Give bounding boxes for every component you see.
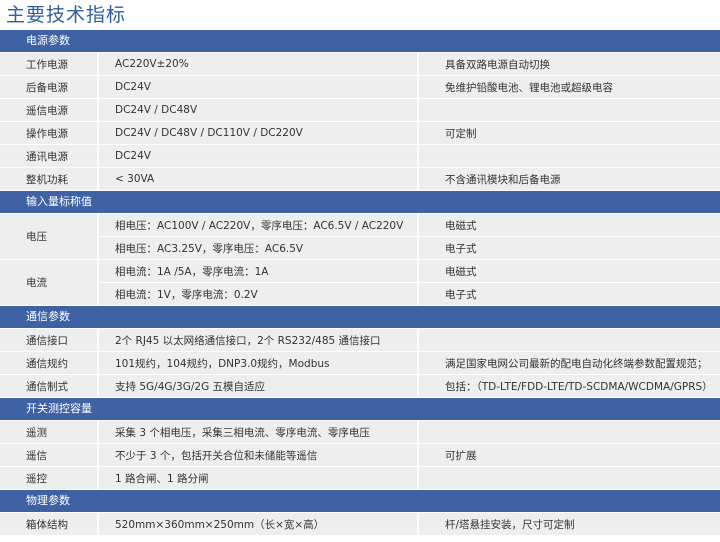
section-header-power: 电源参数: [0, 30, 720, 52]
param-note: 电子式: [419, 283, 720, 305]
param-note: 电磁式: [419, 260, 720, 282]
param-label: 遥控: [0, 467, 97, 489]
table-row: 通信规约 101规约，104规约，DNP3.0规约，Modbus 满足国家电网公…: [0, 352, 720, 374]
table-subrow: 相电流：1V，零序电流：0.2V 电子式: [99, 283, 720, 305]
page-title: 主要技术指标: [6, 4, 127, 26]
table-row: 遥测 采集 3 个相电压，采集三相电流、零序电流、零序电压: [0, 421, 720, 443]
param-value: DC24V / DC48V / DC110V / DC220V: [99, 122, 417, 144]
param-note: 不含通讯模块和后备电源: [419, 168, 720, 190]
param-note: 具备双路电源自动切换: [419, 53, 720, 75]
param-note: 电磁式: [419, 214, 720, 236]
param-value: 101规约，104规约，DNP3.0规约，Modbus: [99, 352, 417, 374]
table-row: 通信制式 支持 5G/4G/3G/2G 五模自适应 包括：（TD-LTE/FDD…: [0, 375, 720, 397]
param-value: 采集 3 个相电压，采集三相电流、零序电流、零序电压: [99, 421, 417, 443]
param-label: 通信制式: [0, 375, 97, 397]
table-subrow: 相电压：AC100V / AC220V，零序电压：AC6.5V / AC220V…: [99, 214, 720, 236]
param-label: 通信接口: [0, 329, 97, 351]
param-value: 支持 5G/4G/3G/2G 五模自适应: [99, 375, 417, 397]
table-row: 操作电源 DC24V / DC48V / DC110V / DC220V 可定制: [0, 122, 720, 144]
param-note: [419, 99, 720, 121]
table-row: 通信接口 2个 RJ45 以太网络通信接口，2个 RS232/485 通信接口: [0, 329, 720, 351]
param-note: 包括：（TD-LTE/FDD-LTE/TD-SCDMA/WCDMA/GPRS）: [419, 375, 720, 397]
param-value: 相电流：1V，零序电流：0.2V: [99, 283, 417, 305]
table-row-group: 电流 相电流：1A /5A，零序电流：1A 电磁式 相电流：1V，零序电流：0.…: [0, 260, 720, 305]
param-note: 满足国家电网公司最新的配电自动化终端参数配置规范；: [419, 352, 720, 374]
table-row: 箱体结构 520mm×360mm×250mm（长×宽×高） 杆/塔悬挂安装，尺寸…: [0, 513, 720, 535]
param-value: AC220V±20%: [99, 53, 417, 75]
param-value: 1 路合闸、1 路分闸: [99, 467, 417, 489]
param-value: 2个 RJ45 以太网络通信接口，2个 RS232/485 通信接口: [99, 329, 417, 351]
table-row: 遥信 不少于 3 个，包括开关合位和未储能等遥信 可扩展: [0, 444, 720, 466]
section-header-physical: 物理参数: [0, 490, 720, 512]
section-header-communication: 通信参数: [0, 306, 720, 328]
param-note: [419, 421, 720, 443]
param-label: 操作电源: [0, 122, 97, 144]
sub-rows: 相电流：1A /5A，零序电流：1A 电磁式 相电流：1V，零序电流：0.2V …: [99, 260, 720, 305]
param-value: DC24V: [99, 145, 417, 167]
param-label: 通信规约: [0, 352, 97, 374]
table-row-group: 电压 相电压：AC100V / AC220V，零序电压：AC6.5V / AC2…: [0, 214, 720, 259]
table-row: 后备电源 DC24V 免维护铅酸电池、锂电池或超级电容: [0, 76, 720, 98]
param-label: 整机功耗: [0, 168, 97, 190]
table-subrow: 相电流：1A /5A，零序电流：1A 电磁式: [99, 260, 720, 282]
param-label: 电流: [0, 260, 97, 305]
table-row: 遥控 1 路合闸、1 路分闸: [0, 467, 720, 489]
table-row: 整机功耗 < 30VA 不含通讯模块和后备电源: [0, 168, 720, 190]
param-note: 可定制: [419, 122, 720, 144]
param-note: 免维护铅酸电池、锂电池或超级电容: [419, 76, 720, 98]
param-label: 遥信: [0, 444, 97, 466]
param-note: 电子式: [419, 237, 720, 259]
param-value: 不少于 3 个，包括开关合位和未储能等遥信: [99, 444, 417, 466]
param-label: 电压: [0, 214, 97, 259]
param-note: [419, 467, 720, 489]
table-row: 遥信电源 DC24V / DC48V: [0, 99, 720, 121]
param-value: 相电压：AC3.25V，零序电压：AC6.5V: [99, 237, 417, 259]
spec-table: 电源参数 工作电源 AC220V±20% 具备双路电源自动切换 后备电源 DC2…: [0, 30, 720, 536]
param-label: 通讯电源: [0, 145, 97, 167]
param-label: 后备电源: [0, 76, 97, 98]
param-value: DC24V: [99, 76, 417, 98]
param-note: [419, 145, 720, 167]
table-subrow: 相电压：AC3.25V，零序电压：AC6.5V 电子式: [99, 237, 720, 259]
param-note: [419, 329, 720, 351]
param-label: 工作电源: [0, 53, 97, 75]
param-value: DC24V / DC48V: [99, 99, 417, 121]
param-value: 相电流：1A /5A，零序电流：1A: [99, 260, 417, 282]
param-label: 箱体结构: [0, 513, 97, 535]
param-note: 可扩展: [419, 444, 720, 466]
section-header-switch-capacity: 开关测控容量: [0, 398, 720, 420]
param-label: 遥信电源: [0, 99, 97, 121]
param-label: 遥测: [0, 421, 97, 443]
param-note: 杆/塔悬挂安装，尺寸可定制: [419, 513, 720, 535]
param-value: 相电压：AC100V / AC220V，零序电压：AC6.5V / AC220V: [99, 214, 417, 236]
sub-rows: 相电压：AC100V / AC220V，零序电压：AC6.5V / AC220V…: [99, 214, 720, 259]
table-row: 通讯电源 DC24V: [0, 145, 720, 167]
section-header-input-ratings: 输入量标称值: [0, 191, 720, 213]
param-value: 520mm×360mm×250mm（长×宽×高）: [99, 513, 417, 535]
param-value: < 30VA: [99, 168, 417, 190]
table-row: 工作电源 AC220V±20% 具备双路电源自动切换: [0, 53, 720, 75]
